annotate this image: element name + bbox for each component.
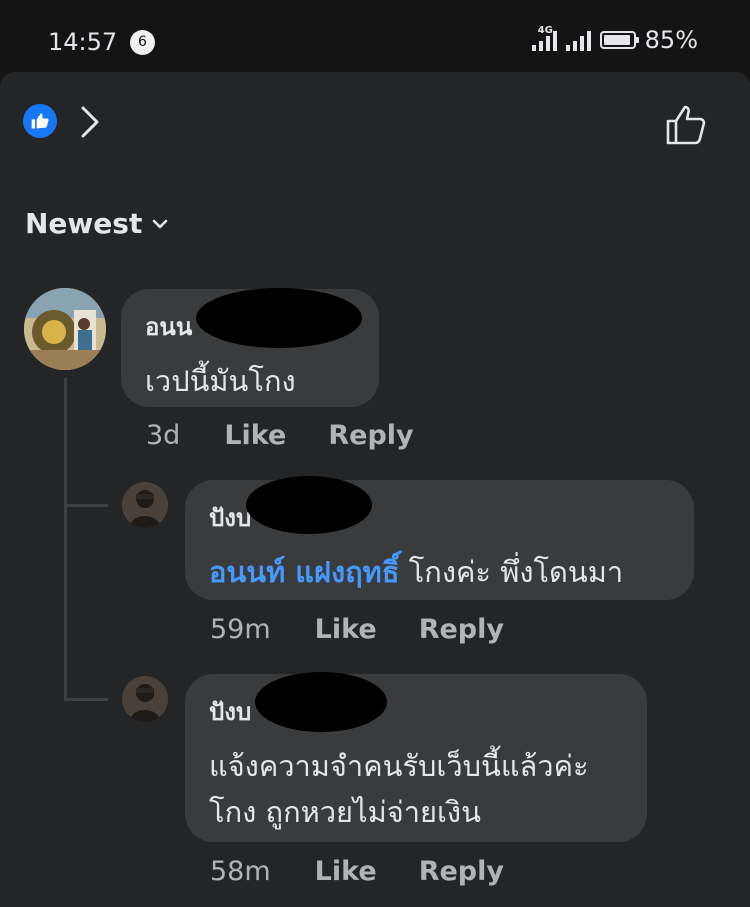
avatar[interactable] [122,676,168,722]
mobile-signal-icon: 4G [531,25,557,51]
comment-text-body: โกงค่ะ พึ่งโดนมา [399,555,624,589]
thread-line [64,378,67,698]
reply-button[interactable]: Reply [328,420,413,451]
sort-label: Newest [25,207,143,240]
like-icon[interactable] [23,104,57,138]
thread-branch-1 [64,504,108,507]
battery-icon [599,31,639,49]
like-button[interactable]: Like [315,614,377,645]
reply-button[interactable]: Reply [419,614,504,645]
signal-strength-icon [565,29,591,51]
status-bar: 14:57 6 4G 85% [0,0,750,72]
sort-dropdown[interactable]: Newest [25,207,168,240]
comment-text: เวปนี้มันโกง [145,364,296,398]
comment-timestamp[interactable]: 59m [210,614,271,645]
battery-percentage: 85% [644,26,698,54]
redaction-mark [246,476,372,534]
chevron-right-icon[interactable] [77,104,103,144]
redaction-mark [196,288,362,348]
like-button[interactable]: Like [224,420,286,451]
network-type-label: 4G [537,25,553,36]
redaction-mark [255,672,387,732]
comment-actions: 3d Like Reply [146,420,414,451]
reply-button[interactable]: Reply [419,856,504,887]
mention-link[interactable]: อนนท์ แฝงฤทธิ์ [209,555,400,589]
status-time: 14:57 [48,28,118,56]
notification-count-badge: 6 [130,30,155,55]
thumbs-up-outline-icon[interactable] [664,101,710,151]
avatar[interactable] [24,288,106,370]
comment-timestamp[interactable]: 58m [210,856,271,887]
like-button[interactable]: Like [315,856,377,887]
comment-timestamp[interactable]: 3d [146,420,180,451]
comment-actions: 59m Like Reply [210,614,504,645]
comment-text-line: โกง ถูกหวยไม่จ่ายเงิน [209,795,481,829]
thread-branch-2 [64,698,108,701]
comment-actions: 58m Like Reply [210,856,504,887]
comment-text-line: แจ้งความจำคนรับเว็บนี้แล้วค่ะ [209,749,589,783]
comment-text: อนนท์ แฝงฤทธิ์ โกงค่ะ พึ่งโดนมา [209,549,670,595]
avatar[interactable] [122,482,168,528]
status-indicators: 4G 85% [531,25,698,54]
chevron-down-icon [153,219,168,228]
